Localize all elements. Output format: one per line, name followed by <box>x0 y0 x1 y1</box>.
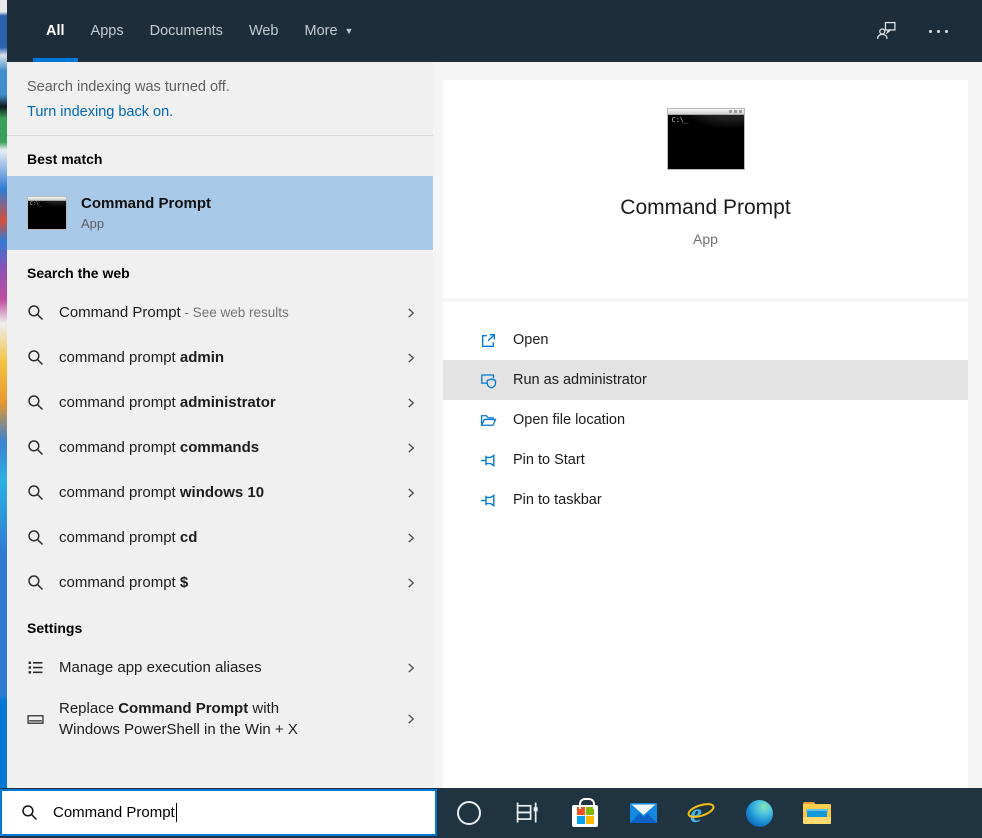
indexing-notice: Search indexing was turned off. Turn ind… <box>7 62 433 125</box>
mail-icon[interactable] <box>628 797 658 829</box>
suggestion-text: command prompt commands <box>59 439 405 456</box>
tab-all-label: All <box>46 23 65 39</box>
tab-documents-label: Documents <box>150 23 223 39</box>
app-list-icon <box>27 659 44 676</box>
search-icon <box>27 529 44 546</box>
suggestion-text: command prompt $ <box>59 574 405 591</box>
chevron-right-icon[interactable] <box>405 711 417 727</box>
tab-apps-label: Apps <box>91 23 124 39</box>
action-label: Run as administrator <box>513 372 647 388</box>
svg-text:e: e <box>690 798 702 828</box>
web-suggestion[interactable]: command prompt $ <box>7 560 433 605</box>
cortana-icon[interactable] <box>454 797 484 829</box>
suggestion-text: Command Prompt - See web results <box>59 304 405 321</box>
best-match-result[interactable]: C:\_ Command Prompt App <box>7 176 433 250</box>
chevron-right-icon[interactable] <box>405 395 417 411</box>
search-icon <box>27 439 44 456</box>
actions-card: Open Run as administrator Open file loca… <box>443 302 968 788</box>
search-filter-bar: All Apps Documents Web More ▼ <box>7 0 982 62</box>
indexing-link[interactable]: Turn indexing back on. <box>27 100 433 125</box>
search-icon <box>27 484 44 501</box>
tab-web[interactable]: Web <box>249 0 279 62</box>
preview-type: App <box>693 231 718 247</box>
tab-documents[interactable]: Documents <box>150 0 223 62</box>
action-open-file-location[interactable]: Open file location <box>443 400 968 440</box>
open-icon <box>480 332 497 349</box>
results-panel: Search indexing was turned off. Turn ind… <box>7 62 433 789</box>
settings-section-header: Settings <box>7 605 433 645</box>
action-label: Open <box>513 332 548 348</box>
suggestion-text: command prompt administrator <box>59 394 405 411</box>
search-query-text: Command Prompt <box>53 804 175 821</box>
search-icon <box>21 804 38 821</box>
suggestion-text: command prompt windows 10 <box>59 484 405 501</box>
desktop-edge <box>0 0 7 789</box>
tab-apps[interactable]: Apps <box>91 0 124 62</box>
suggestion-text: command prompt cd <box>59 529 405 546</box>
action-label: Pin to taskbar <box>513 492 602 508</box>
action-run-as-administrator[interactable]: Run as administrator <box>443 360 968 400</box>
run-as-admin-icon <box>480 372 497 389</box>
more-options-icon[interactable] <box>929 30 948 33</box>
web-suggestion[interactable]: command prompt cd <box>7 515 433 560</box>
web-section-header: Search the web <box>7 250 433 290</box>
settings-result-text: Replace Command Prompt with Windows Powe… <box>59 698 405 740</box>
header-actions <box>876 0 982 62</box>
search-icon <box>27 349 44 366</box>
suggestion-text: command prompt admin <box>59 349 405 366</box>
chevron-right-icon[interactable] <box>405 660 417 676</box>
command-prompt-icon: C:\_ <box>27 196 67 230</box>
web-suggestion[interactable]: command prompt commands <box>7 425 433 470</box>
search-icon <box>27 394 44 411</box>
action-open[interactable]: Open <box>443 320 968 360</box>
chevron-down-icon: ▼ <box>345 26 354 36</box>
tab-web-label: Web <box>249 23 279 39</box>
action-pin-to-taskbar[interactable]: Pin to taskbar <box>443 480 968 520</box>
action-label: Pin to Start <box>513 452 585 468</box>
action-pin-to-start[interactable]: Pin to Start <box>443 440 968 480</box>
pin-icon <box>480 452 497 469</box>
windows-search-panel: All Apps Documents Web More ▼ Search ind… <box>0 0 982 838</box>
settings-result-text: Manage app execution aliases <box>59 659 405 676</box>
chevron-right-icon[interactable] <box>405 440 417 456</box>
best-match-title: Command Prompt <box>81 195 211 212</box>
chevron-right-icon[interactable] <box>405 575 417 591</box>
task-view-icon[interactable] <box>512 797 542 829</box>
file-explorer-icon[interactable] <box>802 797 832 829</box>
search-input[interactable]: Command Prompt <box>0 789 437 836</box>
taskbar-icons: e <box>440 788 846 838</box>
best-match-header: Best match <box>7 136 433 176</box>
tab-all[interactable]: All <box>46 0 65 62</box>
tab-more-label: More <box>305 23 338 39</box>
chevron-right-icon[interactable] <box>405 530 417 546</box>
window-icon <box>27 711 44 728</box>
web-suggestion[interactable]: command prompt administrator <box>7 380 433 425</box>
microsoft-edge-icon[interactable] <box>744 797 774 829</box>
preview-card: C:\_ Command Prompt App <box>443 80 968 298</box>
search-icon <box>27 304 44 321</box>
web-suggestion[interactable]: command prompt admin <box>7 335 433 380</box>
tab-more[interactable]: More ▼ <box>305 0 354 62</box>
microsoft-store-icon[interactable] <box>570 797 600 829</box>
open-file-location-icon <box>480 412 497 429</box>
preview-title: Command Prompt <box>620 196 790 220</box>
chevron-right-icon[interactable] <box>405 305 417 321</box>
web-suggestion[interactable]: Command Prompt - See web results <box>7 290 433 335</box>
best-match-type: App <box>81 216 211 231</box>
internet-explorer-icon[interactable]: e <box>686 797 716 829</box>
text-caret <box>176 803 178 822</box>
settings-result[interactable]: Replace Command Prompt with Windows Powe… <box>7 690 433 748</box>
search-icon <box>27 574 44 591</box>
best-match-text: Command Prompt App <box>81 195 211 231</box>
command-prompt-preview-icon: C:\_ <box>667 108 745 170</box>
chevron-right-icon[interactable] <box>405 485 417 501</box>
web-suggestion[interactable]: command prompt windows 10 <box>7 470 433 515</box>
pin-icon <box>480 492 497 509</box>
action-label: Open file location <box>513 412 625 428</box>
indexing-message: Search indexing was turned off. <box>27 75 433 100</box>
settings-result[interactable]: Manage app execution aliases <box>7 645 433 690</box>
feedback-icon[interactable] <box>876 21 897 42</box>
chevron-right-icon[interactable] <box>405 350 417 366</box>
